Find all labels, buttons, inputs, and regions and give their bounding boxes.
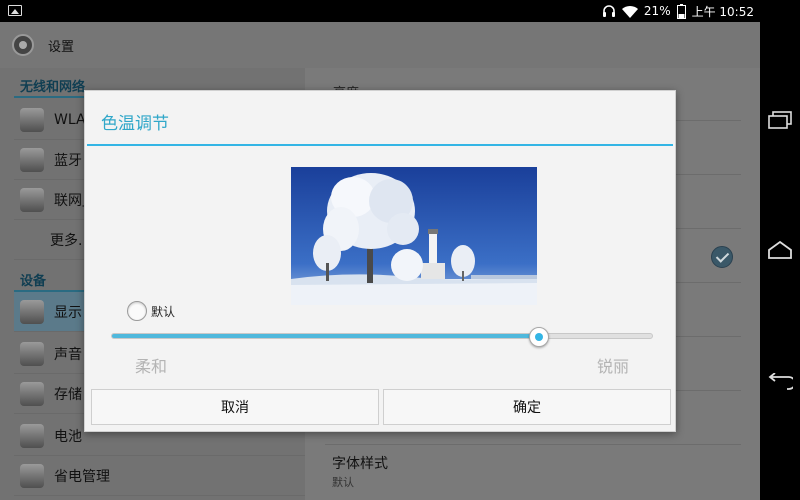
home-button[interactable]: [766, 236, 794, 264]
picture-icon: [8, 5, 22, 16]
cancel-button[interactable]: 取消: [91, 389, 379, 425]
back-button[interactable]: [766, 368, 794, 396]
navigation-bar: [760, 0, 800, 500]
slider-thumb[interactable]: [528, 327, 549, 347]
status-bar: 21% 上午 10:52: [0, 0, 760, 22]
dialog-title: 色温调节: [101, 114, 169, 134]
default-label: 默认: [151, 305, 176, 319]
home-icon: [768, 240, 792, 259]
display-icon: [20, 299, 44, 324]
sidebar-item-label: 存储: [54, 386, 82, 403]
sidebar-item-label: 声音: [54, 346, 82, 363]
sidebar-item-label: 蓝牙: [54, 152, 82, 169]
storage-icon: [20, 381, 44, 406]
color-temperature-slider[interactable]: [111, 327, 653, 347]
preview-image: [291, 167, 537, 305]
battery-icon: [20, 423, 44, 448]
color-temperature-dialog: 色温调节 默认 柔和 锐丽 取消 确定: [84, 90, 676, 432]
page-title: 设置: [48, 40, 75, 55]
default-radio[interactable]: [127, 301, 147, 321]
sidebar-item-label: 电池: [54, 428, 82, 445]
slider-min-label: 柔和: [135, 357, 168, 376]
headphones-icon: [602, 5, 615, 17]
network-icon: [20, 187, 44, 212]
recent-apps-button[interactable]: [766, 106, 794, 134]
font-style-value: 默认: [332, 476, 354, 489]
dialog-title-divider: [87, 144, 673, 146]
checkbox-checked[interactable]: [711, 246, 733, 268]
recent-apps-icon: [768, 111, 792, 129]
clock: 上午 10:52: [691, 4, 754, 19]
divider: [325, 444, 741, 445]
bluetooth-icon: [20, 147, 44, 172]
sound-icon: [20, 341, 44, 366]
settings-icon[interactable]: [12, 34, 34, 56]
ok-button[interactable]: 确定: [383, 389, 671, 425]
battery-percent: 21%: [643, 4, 671, 18]
back-icon: [768, 373, 793, 390]
battery-icon: [676, 3, 686, 19]
slider-max-label: 锐丽: [596, 357, 629, 376]
sidebar-item-label: 省电管理: [54, 468, 110, 485]
wifi-icon: [621, 5, 638, 18]
action-bar: 设置: [0, 22, 760, 68]
sidebar-item-power-saving[interactable]: 省电管理: [14, 456, 305, 496]
font-style-title[interactable]: 字体样式: [332, 453, 388, 473]
power-saving-icon: [20, 463, 44, 488]
slider-fill: [112, 334, 539, 338]
status-icons: 21% 上午 10:52: [602, 0, 754, 22]
sidebar-item-label: 显示: [54, 304, 82, 321]
wifi-icon: [20, 107, 44, 132]
